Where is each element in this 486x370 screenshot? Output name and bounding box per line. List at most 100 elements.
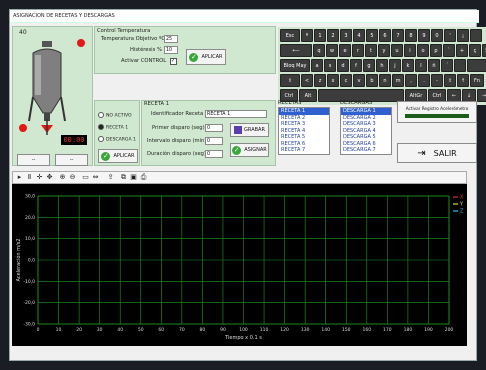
key-2-13[interactable] (467, 59, 486, 72)
key-0-3[interactable]: 2 (327, 29, 339, 42)
zoom-out-icon[interactable]: ⊖ (68, 173, 77, 182)
key-2-8[interactable]: k (402, 59, 414, 72)
pause-icon[interactable]: Ⅱ (25, 173, 34, 182)
key-1-11[interactable]: ` (443, 44, 455, 57)
x-tick-label: 100 (239, 327, 248, 333)
key-1-2[interactable]: w (326, 44, 338, 57)
mode-option-1[interactable]: RECETA 1 (98, 124, 128, 131)
list-item[interactable]: DESCARGA 7 (341, 147, 391, 154)
key-2-10[interactable]: ñ (428, 59, 440, 72)
key-0-12[interactable]: ' (444, 29, 456, 42)
key-2-5[interactable]: g (363, 59, 375, 72)
duracion-input[interactable]: 0 (205, 150, 223, 158)
key-1-12[interactable]: + (456, 44, 468, 57)
key-3-8[interactable]: m (392, 74, 404, 87)
descargas-list[interactable]: DESCARGA 1 DESCARGA 2 DESCARGA 3 DESCARGA 4… (340, 107, 392, 155)
key-0-1[interactable]: º (301, 29, 313, 42)
save-chart-icon[interactable]: ▣ (129, 173, 138, 182)
recetas-list[interactable]: RECETA 1 RECETA 2 RECETA 3 RECETA 4 RECETA 5… (278, 107, 330, 155)
key-2-9[interactable]: l (415, 59, 427, 72)
key-0-11[interactable]: 0 (431, 29, 443, 42)
key-2-3[interactable]: d (337, 59, 349, 72)
mode-option-0[interactable]: NO ACTIVO (98, 112, 132, 119)
key-1-10[interactable]: p (430, 44, 442, 57)
activar-checkbox[interactable]: ✓ (170, 58, 177, 65)
key-3-10[interactable]: . (418, 74, 430, 87)
key-1-14[interactable]: Supr (482, 44, 486, 57)
key-3-4[interactable]: c (340, 74, 352, 87)
mode-apply-button[interactable]: ✓ APLICAR (98, 149, 138, 163)
y-tick-label: 20,0 (25, 215, 35, 221)
key-3-13[interactable]: ↑ (457, 74, 469, 87)
tank-panel: 40 00:00 -- -- (12, 26, 93, 166)
save-icon (234, 126, 243, 134)
key-0-8[interactable]: 7 (392, 29, 404, 42)
key-3-7[interactable]: n (379, 74, 391, 87)
key-3-0[interactable]: ⇧ (280, 74, 300, 87)
key-1-8[interactable]: i (404, 44, 416, 57)
key-3-5[interactable]: v (353, 74, 365, 87)
play-icon[interactable]: ▸ (15, 173, 24, 182)
print-icon[interactable]: ⎙ (139, 173, 148, 182)
pan-icon[interactable]: ✥ (45, 173, 54, 182)
key-0-14[interactable] (470, 29, 482, 42)
key-3-3[interactable]: x (327, 74, 339, 87)
key-1-9[interactable]: o (417, 44, 429, 57)
crosshair-icon[interactable]: ✛ (35, 173, 44, 182)
key-1-6[interactable]: y (378, 44, 390, 57)
copy-icon[interactable]: ⧉ (119, 173, 128, 182)
key-0-9[interactable]: 8 (405, 29, 417, 42)
key-2-2[interactable]: s (324, 59, 336, 72)
list-item[interactable]: RECETA 7 (279, 147, 329, 154)
left-button-1[interactable]: -- (17, 154, 50, 166)
fit-icon[interactable]: ▭ (81, 173, 90, 182)
key-4-7[interactable]: → (477, 89, 486, 102)
key-1-0[interactable]: ⟵ (280, 44, 312, 57)
key-3-2[interactable]: z (314, 74, 326, 87)
key-0-0[interactable]: Esc (280, 29, 300, 42)
control-apply-button[interactable]: ✓ APLICAR (186, 49, 226, 65)
key-1-5[interactable]: t (365, 44, 377, 57)
key-1-1[interactable]: q (313, 44, 325, 57)
zoom-in-icon[interactable]: ⊕ (58, 173, 67, 182)
key-0-10[interactable]: 9 (418, 29, 430, 42)
intervalo-input[interactable]: 0 (205, 137, 223, 145)
key-3-6[interactable]: b (366, 74, 378, 87)
key-3-9[interactable]: , (405, 74, 417, 87)
key-2-6[interactable]: h (376, 59, 388, 72)
registro-button[interactable]: Activar Registro Acelerómetro (397, 101, 477, 123)
key-2-1[interactable]: a (311, 59, 323, 72)
key-0-13[interactable]: ¡ (457, 29, 469, 42)
key-0-2[interactable]: 1 (314, 29, 326, 42)
fit-horizontal-icon[interactable]: ⇔ (91, 173, 100, 182)
key-0-7[interactable]: 6 (379, 29, 391, 42)
hist-input[interactable]: 10 (164, 46, 178, 54)
key-3-11[interactable]: - (431, 74, 443, 87)
key-2-11[interactable]: ´ (441, 59, 453, 72)
grabar-button[interactable]: GRABAR (230, 123, 269, 137)
primer-input[interactable]: 0 (205, 124, 223, 132)
key-0-6[interactable]: 5 (366, 29, 378, 42)
key-3-12[interactable]: ⇧ (444, 74, 456, 87)
export-icon[interactable]: ⇪ (106, 173, 115, 182)
salir-button[interactable]: ⇥ SALIR (397, 143, 477, 163)
key-0-4[interactable]: 3 (340, 29, 352, 42)
asignar-button[interactable]: ✓ ASIGNAR (230, 143, 269, 157)
key-1-13[interactable]: ç (469, 44, 481, 57)
x-tick-label: 90 (220, 327, 226, 333)
key-1-4[interactable]: r (352, 44, 364, 57)
key-1-7[interactable]: u (391, 44, 403, 57)
key-2-12[interactable] (454, 59, 466, 72)
key-2-4[interactable]: f (350, 59, 362, 72)
mode-option-2[interactable]: DESCARGA 1 (98, 136, 136, 143)
key-3-14[interactable]: Fn (470, 74, 484, 87)
key-2-7[interactable]: j (389, 59, 401, 72)
key-0-5[interactable]: 4 (353, 29, 365, 42)
left-button-2[interactable]: -- (55, 154, 88, 166)
key-1-3[interactable]: e (339, 44, 351, 57)
temp-input[interactable]: 25 (164, 35, 178, 43)
key-4-1[interactable]: Alt (299, 89, 317, 102)
key-3-1[interactable]: < (301, 74, 313, 87)
key-2-0[interactable]: Bloq May (280, 59, 310, 72)
receta-id-input[interactable]: RECETA 1 (205, 110, 267, 118)
